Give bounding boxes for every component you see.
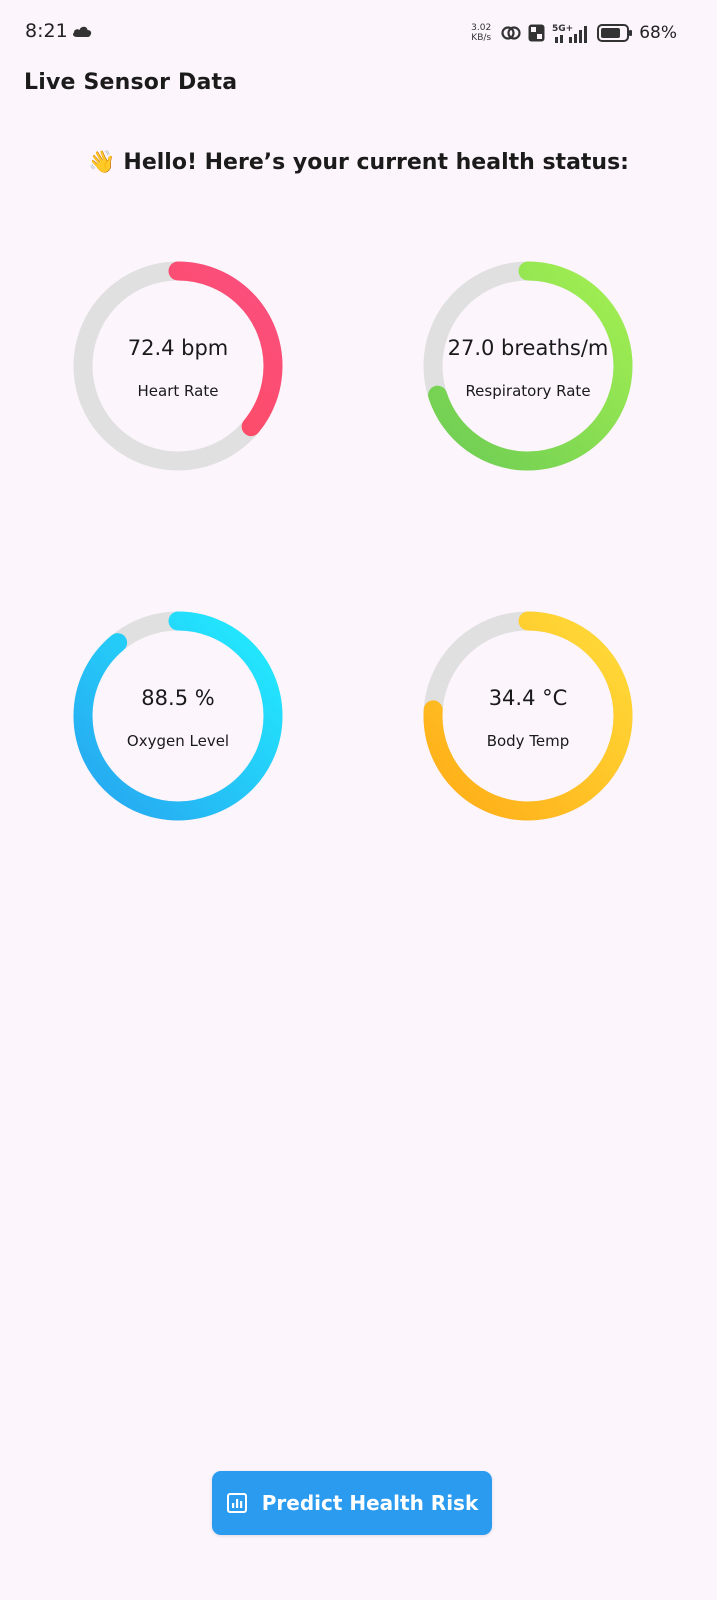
respiratory-rate-ring	[423, 261, 633, 471]
respiratory-rate-gauge: 27.0 breaths/m Respiratory Rate	[422, 260, 634, 472]
oxygen-level-ring	[73, 611, 283, 821]
hotspot-icon	[501, 26, 521, 40]
oxygen-level-value: 88.5 %	[141, 686, 215, 710]
respiratory-rate-label: Respiratory Rate	[465, 382, 591, 400]
greeting-text: Hello! Here’s your current health status…	[123, 150, 629, 175]
battery-icon	[597, 24, 633, 42]
signal-icon: 5G+	[552, 24, 588, 43]
respiratory-rate-value: 27.0 breaths/m	[447, 336, 609, 360]
waving-hand-icon: 👋	[88, 150, 116, 175]
predict-health-risk-label: Predict Health Risk	[261, 1491, 479, 1515]
cloud-icon	[73, 26, 92, 37]
body-temp-value: 34.4 °C	[488, 686, 568, 710]
oxygen-level-label: Oxygen Level	[126, 732, 230, 750]
net-speed-value: 3.02	[471, 23, 492, 33]
status-bar: 8:21 3.02 KB/s 5G+ 68%	[0, 0, 717, 66]
heart-rate-label: Heart Rate	[137, 382, 219, 400]
greeting: 👋 Hello! Here’s your current health statu…	[0, 150, 717, 175]
predict-health-risk-button[interactable]: Predict Health Risk	[212, 1471, 492, 1535]
body-temp-label: Body Temp	[486, 732, 570, 750]
battery-percent: 68%	[639, 23, 677, 43]
signal-label: 5G+	[552, 24, 573, 34]
heart-rate-value: 72.4 bpm	[127, 336, 229, 360]
body-temp-ring	[423, 611, 633, 821]
heart-rate-ring	[73, 261, 283, 471]
page-title: Live Sensor Data	[24, 70, 238, 95]
body-temp-gauge: 34.4 °C Body Temp	[422, 610, 634, 822]
net-speed-unit: KB/s	[471, 33, 492, 43]
net-speed: 3.02 KB/s	[468, 23, 494, 43]
oxygen-level-gauge: 88.5 % Oxygen Level	[72, 610, 284, 822]
volte-icon	[528, 24, 545, 42]
heart-rate-gauge: 72.4 bpm Heart Rate	[72, 260, 284, 472]
status-icons: 3.02 KB/s 5G+ 68%	[468, 20, 677, 46]
chart-icon	[226, 1493, 247, 1513]
status-time: 8:21	[25, 20, 68, 42]
oxy-progress-arc	[73, 611, 283, 821]
